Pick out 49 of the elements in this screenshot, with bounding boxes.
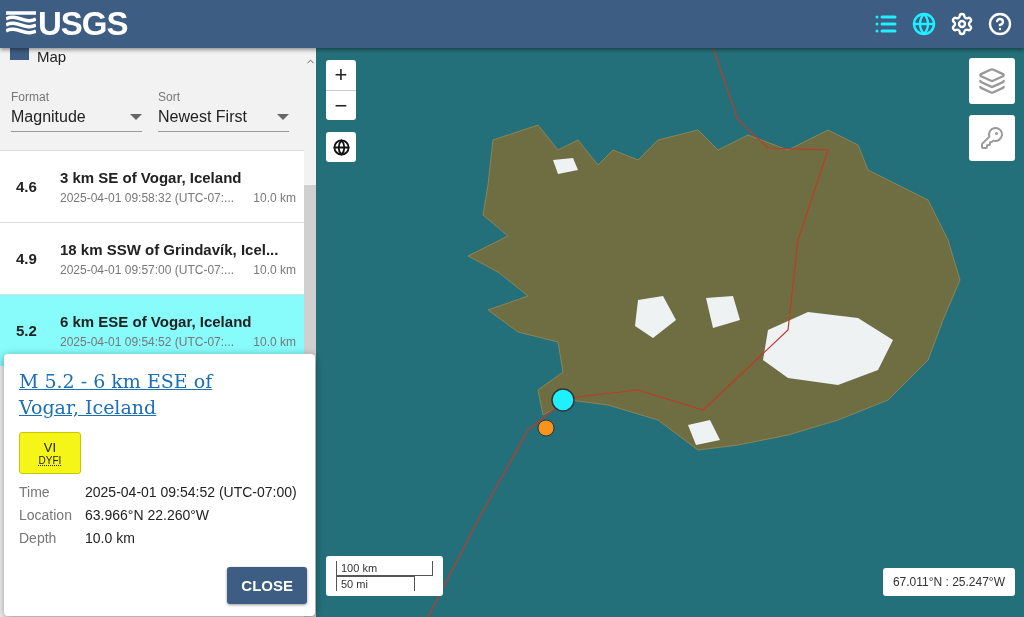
scale-imperial: 50 mi	[336, 576, 415, 591]
detail-value: 2025-04-01 09:54:52 (UTC-07:00)	[85, 484, 298, 500]
place-name: 6 km ESE of Vogar, Iceland	[60, 312, 253, 330]
layers-button[interactable]	[969, 58, 1015, 104]
key-icon	[980, 126, 1004, 150]
sort-label: Sort	[158, 90, 181, 104]
dyfi-badge[interactable]: VI DYFI	[19, 432, 81, 474]
zoom-out-button[interactable]: −	[326, 90, 356, 120]
event-time: 2025-04-01 09:58:32 (UTC-07:...	[60, 190, 235, 205]
event-depth: 10.0 km	[253, 190, 296, 205]
detail-label: Depth	[19, 530, 58, 546]
detail-value: 63.966°N 22.260°W	[85, 507, 211, 523]
event-depth: 10.0 km	[253, 334, 296, 349]
layers-icon	[978, 67, 1006, 95]
format-label: Format	[11, 90, 50, 104]
magnitude: 5.2	[16, 322, 38, 339]
place-name: 3 km SE of Vogar, Iceland	[60, 168, 243, 186]
satellite-map[interactable]: + − 100 km 50 mi 67.011°N : 25.247°W	[316, 48, 1024, 617]
earthquake-list-item[interactable]: 4.9 18 km SSW of Grindavík, Icel... 2025-04-01 09:57:00 (UTC-07:... 10.0 km	[0, 222, 304, 294]
earthquake-marker[interactable]	[551, 388, 575, 412]
globe-icon[interactable]	[910, 10, 938, 38]
format-select[interactable]: Magnitude	[11, 108, 142, 132]
scale-metric: 100 km	[336, 561, 433, 576]
map-option-label: Map	[37, 48, 67, 65]
usgs-logo-icon	[6, 11, 36, 37]
sort-select[interactable]: Newest First	[158, 108, 289, 132]
caret-icon	[277, 114, 289, 120]
key-button[interactable]	[969, 115, 1015, 161]
event-time: 2025-04-01 09:54:52 (UTC-07:...	[60, 334, 235, 349]
detail-value: 10.0 km	[85, 530, 136, 546]
map-checkbox[interactable]	[10, 48, 29, 60]
close-button[interactable]: CLOSE	[227, 567, 307, 604]
magnitude: 4.6	[16, 178, 38, 195]
detail-label: Time	[19, 484, 51, 500]
earthquake-title-link[interactable]: M 5.2 - 6 km ESE of Vogar, Iceland	[19, 368, 239, 420]
caret-icon	[130, 114, 142, 120]
place-name: 18 km SSW of Grindavík, Icel...	[60, 240, 280, 258]
zoom-in-button[interactable]: +	[326, 60, 356, 90]
earthquake-list-item[interactable]: 4.6 3 km SE of Vogar, Iceland 2025-04-01 09:58:32 (UTC-07:... 10.0 km	[0, 150, 304, 222]
event-depth: 10.0 km	[253, 262, 296, 277]
usgs-logo-text: USGS	[38, 5, 128, 43]
magnitude: 4.9	[16, 250, 38, 267]
globe-button[interactable]	[326, 132, 356, 162]
event-time: 2025-04-01 09:57:00 (UTC-07:...	[60, 262, 235, 277]
earthquake-marker[interactable]	[537, 419, 555, 437]
help-icon[interactable]	[986, 10, 1014, 38]
cursor-coordinates: 67.011°N : 25.247°W	[882, 568, 1015, 596]
detail-label: Location	[19, 507, 73, 523]
globe-icon	[332, 138, 350, 156]
